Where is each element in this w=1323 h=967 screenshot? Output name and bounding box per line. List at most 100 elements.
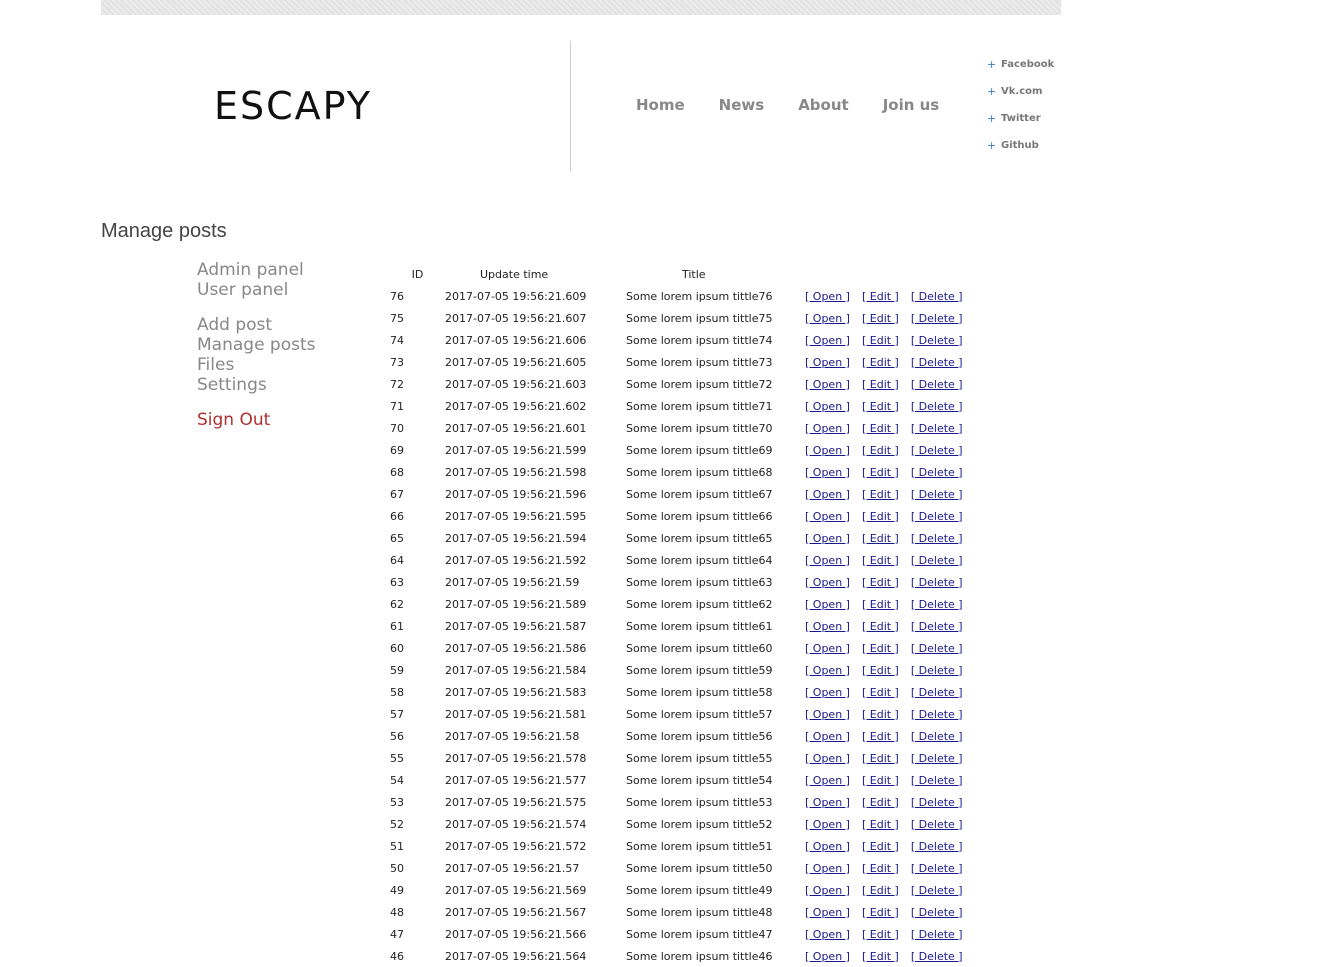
- edit-post-link[interactable]: [ Edit ]: [862, 488, 899, 501]
- delete-post-link[interactable]: [ Delete ]: [911, 686, 963, 699]
- open-post-link[interactable]: [ Open ]: [805, 906, 850, 919]
- delete-post-link[interactable]: [ Delete ]: [911, 642, 963, 655]
- open-post-link[interactable]: [ Open ]: [805, 774, 850, 787]
- delete-post-link[interactable]: [ Delete ]: [911, 664, 963, 677]
- sidebar-item-add-post[interactable]: Add post: [197, 315, 316, 335]
- edit-post-link[interactable]: [ Edit ]: [862, 906, 899, 919]
- sidebar-item-manage-posts[interactable]: Manage posts: [197, 335, 316, 355]
- nav-news[interactable]: News: [719, 96, 765, 114]
- edit-post-link[interactable]: [ Edit ]: [862, 378, 899, 391]
- edit-post-link[interactable]: [ Edit ]: [862, 664, 899, 677]
- delete-post-link[interactable]: [ Delete ]: [911, 312, 963, 325]
- open-post-link[interactable]: [ Open ]: [805, 488, 850, 501]
- sign-out-link[interactable]: Sign Out: [197, 410, 316, 430]
- edit-post-link[interactable]: [ Edit ]: [862, 884, 899, 897]
- delete-post-link[interactable]: [ Delete ]: [911, 928, 963, 941]
- open-post-link[interactable]: [ Open ]: [805, 356, 850, 369]
- open-post-link[interactable]: [ Open ]: [805, 554, 850, 567]
- open-post-link[interactable]: [ Open ]: [805, 708, 850, 721]
- delete-post-link[interactable]: [ Delete ]: [911, 598, 963, 611]
- site-logo[interactable]: ESCAPY: [214, 84, 372, 128]
- edit-post-link[interactable]: [ Edit ]: [862, 576, 899, 589]
- delete-post-link[interactable]: [ Delete ]: [911, 400, 963, 413]
- delete-post-link[interactable]: [ Delete ]: [911, 840, 963, 853]
- delete-post-link[interactable]: [ Delete ]: [911, 708, 963, 721]
- open-post-link[interactable]: [ Open ]: [805, 312, 850, 325]
- vk-link[interactable]: Vk.com: [1001, 85, 1042, 99]
- edit-post-link[interactable]: [ Edit ]: [862, 840, 899, 853]
- open-post-link[interactable]: [ Open ]: [805, 862, 850, 875]
- delete-post-link[interactable]: [ Delete ]: [911, 818, 963, 831]
- delete-post-link[interactable]: [ Delete ]: [911, 334, 963, 347]
- edit-post-link[interactable]: [ Edit ]: [862, 928, 899, 941]
- open-post-link[interactable]: [ Open ]: [805, 510, 850, 523]
- delete-post-link[interactable]: [ Delete ]: [911, 444, 963, 457]
- edit-post-link[interactable]: [ Edit ]: [862, 950, 899, 963]
- delete-post-link[interactable]: [ Delete ]: [911, 466, 963, 479]
- edit-post-link[interactable]: [ Edit ]: [862, 400, 899, 413]
- open-post-link[interactable]: [ Open ]: [805, 642, 850, 655]
- delete-post-link[interactable]: [ Delete ]: [911, 906, 963, 919]
- sidebar-item-user-panel[interactable]: User panel: [197, 280, 316, 300]
- nav-join-us[interactable]: Join us: [883, 96, 940, 114]
- edit-post-link[interactable]: [ Edit ]: [862, 708, 899, 721]
- edit-post-link[interactable]: [ Edit ]: [862, 620, 899, 633]
- edit-post-link[interactable]: [ Edit ]: [862, 752, 899, 765]
- open-post-link[interactable]: [ Open ]: [805, 532, 850, 545]
- edit-post-link[interactable]: [ Edit ]: [862, 730, 899, 743]
- delete-post-link[interactable]: [ Delete ]: [911, 730, 963, 743]
- delete-post-link[interactable]: [ Delete ]: [911, 488, 963, 501]
- open-post-link[interactable]: [ Open ]: [805, 730, 850, 743]
- delete-post-link[interactable]: [ Delete ]: [911, 576, 963, 589]
- nav-about[interactable]: About: [798, 96, 849, 114]
- sidebar-item-admin-panel[interactable]: Admin panel: [197, 260, 316, 280]
- edit-post-link[interactable]: [ Edit ]: [862, 862, 899, 875]
- open-post-link[interactable]: [ Open ]: [805, 796, 850, 809]
- delete-post-link[interactable]: [ Delete ]: [911, 752, 963, 765]
- delete-post-link[interactable]: [ Delete ]: [911, 884, 963, 897]
- open-post-link[interactable]: [ Open ]: [805, 950, 850, 963]
- open-post-link[interactable]: [ Open ]: [805, 598, 850, 611]
- edit-post-link[interactable]: [ Edit ]: [862, 796, 899, 809]
- delete-post-link[interactable]: [ Delete ]: [911, 356, 963, 369]
- delete-post-link[interactable]: [ Delete ]: [911, 510, 963, 523]
- delete-post-link[interactable]: [ Delete ]: [911, 290, 963, 303]
- edit-post-link[interactable]: [ Edit ]: [862, 532, 899, 545]
- edit-post-link[interactable]: [ Edit ]: [862, 642, 899, 655]
- edit-post-link[interactable]: [ Edit ]: [862, 686, 899, 699]
- open-post-link[interactable]: [ Open ]: [805, 466, 850, 479]
- delete-post-link[interactable]: [ Delete ]: [911, 532, 963, 545]
- edit-post-link[interactable]: [ Edit ]: [862, 510, 899, 523]
- open-post-link[interactable]: [ Open ]: [805, 928, 850, 941]
- delete-post-link[interactable]: [ Delete ]: [911, 378, 963, 391]
- facebook-link[interactable]: Facebook: [1001, 58, 1054, 72]
- edit-post-link[interactable]: [ Edit ]: [862, 312, 899, 325]
- delete-post-link[interactable]: [ Delete ]: [911, 422, 963, 435]
- edit-post-link[interactable]: [ Edit ]: [862, 356, 899, 369]
- edit-post-link[interactable]: [ Edit ]: [862, 290, 899, 303]
- edit-post-link[interactable]: [ Edit ]: [862, 818, 899, 831]
- open-post-link[interactable]: [ Open ]: [805, 840, 850, 853]
- twitter-link[interactable]: Twitter: [1001, 112, 1041, 126]
- sidebar-item-files[interactable]: Files: [197, 355, 316, 375]
- open-post-link[interactable]: [ Open ]: [805, 620, 850, 633]
- edit-post-link[interactable]: [ Edit ]: [862, 422, 899, 435]
- edit-post-link[interactable]: [ Edit ]: [862, 554, 899, 567]
- open-post-link[interactable]: [ Open ]: [805, 686, 850, 699]
- delete-post-link[interactable]: [ Delete ]: [911, 774, 963, 787]
- edit-post-link[interactable]: [ Edit ]: [862, 334, 899, 347]
- open-post-link[interactable]: [ Open ]: [805, 818, 850, 831]
- open-post-link[interactable]: [ Open ]: [805, 664, 850, 677]
- open-post-link[interactable]: [ Open ]: [805, 752, 850, 765]
- open-post-link[interactable]: [ Open ]: [805, 400, 850, 413]
- github-link[interactable]: Github: [1001, 139, 1039, 153]
- open-post-link[interactable]: [ Open ]: [805, 884, 850, 897]
- open-post-link[interactable]: [ Open ]: [805, 576, 850, 589]
- open-post-link[interactable]: [ Open ]: [805, 444, 850, 457]
- delete-post-link[interactable]: [ Delete ]: [911, 862, 963, 875]
- edit-post-link[interactable]: [ Edit ]: [862, 774, 899, 787]
- delete-post-link[interactable]: [ Delete ]: [911, 620, 963, 633]
- edit-post-link[interactable]: [ Edit ]: [862, 598, 899, 611]
- delete-post-link[interactable]: [ Delete ]: [911, 554, 963, 567]
- nav-home[interactable]: Home: [636, 96, 685, 114]
